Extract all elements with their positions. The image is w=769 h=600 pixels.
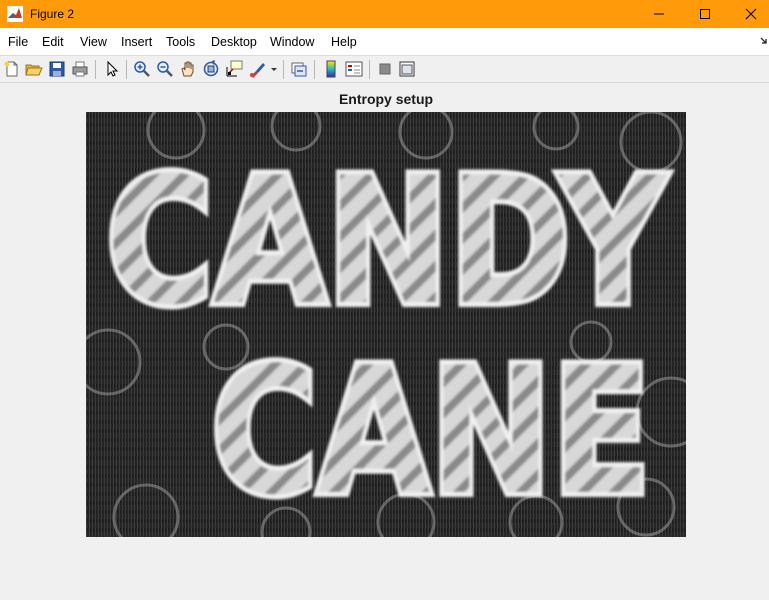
brush-icon[interactable]: [248, 60, 266, 78]
toolbar-separator: [314, 60, 315, 79]
window-titlebar[interactable]: Figure 2: [0, 0, 769, 28]
data-cursor-icon[interactable]: [225, 60, 243, 78]
link-plot-icon[interactable]: [290, 60, 308, 78]
menu-view[interactable]: View: [80, 35, 107, 49]
menu-file[interactable]: File: [8, 35, 28, 49]
axes-title: Entropy setup: [338, 91, 434, 107]
menu-help[interactable]: Help: [331, 35, 357, 49]
figure-toolbar: [0, 56, 769, 83]
toolbar-separator: [283, 60, 284, 79]
zoom-in-icon[interactable]: [133, 60, 151, 78]
close-button[interactable]: [728, 0, 769, 28]
open-file-icon[interactable]: [25, 60, 43, 78]
image-text-cane: CANE: [211, 331, 651, 534]
toolbar-separator: [126, 60, 127, 79]
print-icon[interactable]: [71, 60, 89, 78]
toolbar-separator: [369, 60, 370, 79]
pan-hand-icon[interactable]: [179, 60, 197, 78]
insert-legend-icon[interactable]: [345, 60, 363, 78]
rotate-3d-icon[interactable]: [202, 60, 220, 78]
hide-plot-tools-icon[interactable]: [376, 60, 394, 78]
new-figure-icon[interactable]: [3, 60, 21, 78]
image-axes[interactable]: CANDY CANE: [86, 112, 686, 537]
minimize-icon: [654, 13, 664, 15]
menu-edit[interactable]: Edit: [42, 35, 64, 49]
menu-insert[interactable]: Insert: [121, 35, 152, 49]
save-icon[interactable]: [48, 60, 66, 78]
zoom-out-icon[interactable]: [156, 60, 174, 78]
toolbar-separator: [95, 60, 96, 79]
window-title: Figure 2: [30, 7, 75, 21]
maximize-button[interactable]: [682, 0, 728, 28]
edit-plot-arrow-icon[interactable]: [103, 60, 121, 78]
close-icon: [745, 8, 757, 20]
matlab-logo-icon: [7, 6, 23, 22]
menu-window[interactable]: Window: [270, 35, 314, 49]
image-text-candy: CANDY: [106, 141, 668, 344]
insert-colorbar-icon[interactable]: [322, 60, 340, 78]
menu-bar: File Edit View Insert Tools Desktop Wind…: [0, 28, 769, 56]
entropy-image: CANDY CANE: [86, 112, 686, 537]
show-plot-tools-icon[interactable]: [398, 60, 416, 78]
brush-dropdown-icon[interactable]: [270, 60, 278, 78]
menu-tools[interactable]: Tools: [166, 35, 195, 49]
menu-desktop[interactable]: Desktop: [211, 35, 257, 49]
maximize-icon: [700, 9, 710, 19]
menu-overflow-arrow-icon[interactable]: [760, 36, 768, 46]
minimize-button[interactable]: [636, 0, 682, 28]
